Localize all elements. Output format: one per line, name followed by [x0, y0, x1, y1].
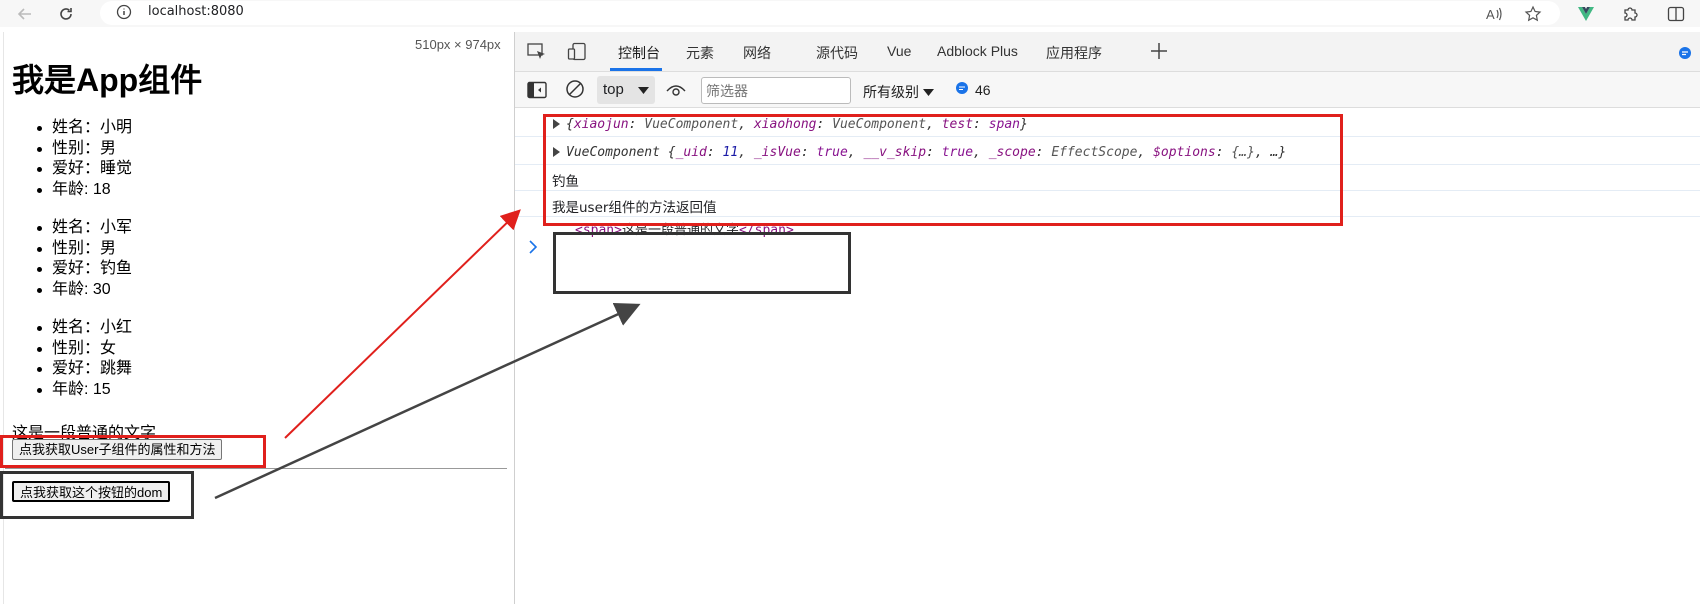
active-tab-indicator — [610, 68, 662, 71]
more-tabs-plus-icon[interactable] — [1149, 41, 1169, 65]
extensions-puzzle-icon[interactable] — [1620, 3, 1642, 25]
clear-console-icon[interactable] — [565, 79, 585, 103]
log-vue-component[interactable]: VueComponent {_uid: 11, _isVue: true, __… — [515, 137, 1700, 165]
issues-badge-icon[interactable] — [1677, 45, 1693, 65]
person-list-xiaojun: 姓名：小军 性别：男 爱好：钓鱼 年龄: 30 — [30, 218, 132, 300]
log-span-element[interactable]: <span>这是一段普通的文字</span> — [575, 219, 794, 238]
viewport-dimensions: 510px × 974px — [415, 37, 501, 52]
site-info-icon[interactable] — [116, 4, 132, 24]
log-refs-object[interactable]: {xiaojun: VueComponent, xiaohong: VueCom… — [515, 109, 1700, 137]
list-item: 姓名：小红 — [30, 318, 132, 339]
get-user-component-button[interactable]: 点我获取User子组件的属性和方法 — [12, 439, 223, 460]
tab-vue[interactable]: Vue — [887, 43, 911, 59]
live-expression-eye-icon[interactable] — [665, 81, 687, 103]
divider — [5, 468, 507, 469]
list-item: 性别：男 — [30, 239, 132, 260]
tab-adblock-plus[interactable]: Adblock Plus — [937, 43, 1018, 59]
log-hobby: 钓鱼 — [515, 165, 1700, 191]
console-prompt-chevron-icon[interactable] — [527, 239, 539, 259]
expand-triangle-icon[interactable] — [553, 147, 560, 157]
split-screen-icon[interactable] — [1665, 3, 1687, 25]
inspect-element-icon[interactable] — [527, 43, 547, 65]
console-filter-input[interactable] — [701, 77, 851, 104]
url-text: localhost:8080 — [148, 4, 244, 19]
console-toolbar: top 所有级别 46 — [515, 72, 1700, 108]
list-item: 爱好：钓鱼 — [30, 259, 132, 280]
list-item: 爱好：跳舞 — [30, 359, 132, 380]
device-toggle-icon[interactable] — [567, 42, 587, 66]
list-item: 性别：男 — [30, 139, 132, 160]
get-button-dom-button[interactable]: 点我获取这个按钮的dom — [12, 481, 171, 502]
vue-devtools-icon[interactable] — [1575, 3, 1597, 25]
app-heading: 我是App组件 — [12, 62, 203, 98]
tab-network[interactable]: 网络 — [743, 43, 771, 63]
list-item: 姓名：小明 — [30, 118, 132, 139]
person-list-xiaoming: 姓名：小明 性别：男 爱好：睡觉 年龄: 18 — [30, 118, 132, 200]
tab-elements[interactable]: 元素 — [686, 43, 714, 63]
browser-toolbar: localhost:8080 A — [0, 0, 1700, 27]
log-levels-label: 所有级别 — [863, 84, 919, 100]
list-item: 性别：女 — [30, 339, 132, 360]
context-selector[interactable]: top — [597, 76, 655, 104]
devtools-panel: 控制台 元素 网络 源代码 Vue Adblock Plus 应用程序 top — [514, 32, 1700, 604]
person-list-xiaohong: 姓名：小红 性别：女 爱好：跳舞 年龄: 15 — [30, 318, 132, 400]
message-count[interactable]: 46 — [955, 81, 991, 98]
list-item: 姓名：小军 — [30, 218, 132, 239]
log-method-return: 我是user组件的方法返回值 — [515, 191, 1700, 217]
list-item: 年龄: 18 — [30, 180, 132, 201]
list-item: 爱好：睡觉 — [30, 159, 132, 180]
reload-icon[interactable] — [55, 3, 77, 25]
back-arrow-icon[interactable] — [14, 3, 36, 25]
favorite-star-icon[interactable] — [1522, 3, 1544, 25]
caret-down-icon — [638, 82, 649, 99]
read-aloud-icon[interactable]: A — [1483, 3, 1505, 25]
svg-text:A: A — [1486, 7, 1495, 22]
tab-console[interactable]: 控制台 — [618, 43, 660, 63]
sidebar-toggle-icon[interactable] — [527, 81, 547, 103]
message-count-value: 46 — [975, 81, 991, 98]
tab-application[interactable]: 应用程序 — [1046, 43, 1102, 63]
list-item: 年龄: 30 — [30, 280, 132, 301]
address-bar[interactable]: localhost:8080 — [100, 1, 1560, 25]
expand-triangle-icon[interactable] — [553, 119, 560, 129]
caret-down-icon — [922, 84, 934, 100]
list-item: 年龄: 15 — [30, 380, 132, 401]
context-value: top — [603, 81, 624, 98]
tab-sources[interactable]: 源代码 — [816, 43, 858, 63]
message-bubble-icon — [955, 81, 969, 98]
log-levels-dropdown[interactable]: 所有级别 — [863, 82, 934, 102]
devtools-tab-bar: 控制台 元素 网络 源代码 Vue Adblock Plus 应用程序 — [515, 32, 1700, 72]
